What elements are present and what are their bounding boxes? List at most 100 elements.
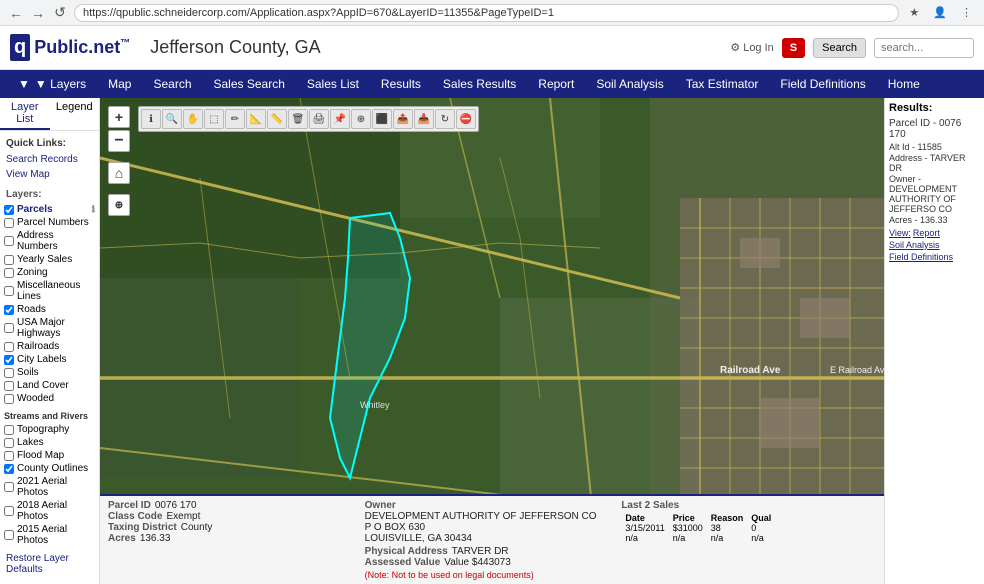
layer-2015-aerial[interactable]: 2015 Aerial Photos (0, 523, 99, 547)
tab-layer-list[interactable]: Layer List (0, 98, 50, 130)
nav-soil-analysis[interactable]: Soil Analysis (586, 73, 673, 95)
layer-parcel-numbers[interactable]: Parcel Numbers (0, 216, 99, 229)
tool-refresh[interactable]: ↻ (435, 109, 455, 129)
tab-legend[interactable]: Legend (50, 98, 100, 130)
layer-wooded[interactable]: Wooded (0, 392, 99, 405)
nav-tax-estimator[interactable]: Tax Estimator (676, 73, 769, 95)
results-alt-id: Alt Id - 11585 (889, 142, 980, 152)
results-soil-link[interactable]: Soil Analysis (889, 240, 940, 250)
layer-lakes-checkbox[interactable] (4, 438, 14, 448)
layer-railroads[interactable]: Railroads (0, 340, 99, 353)
url-bar[interactable]: https://qpublic.schneidercorp.com/Applic… (74, 4, 899, 22)
layer-roads-checkbox[interactable] (4, 305, 14, 315)
layer-yearly-sales[interactable]: Yearly Sales (0, 253, 99, 266)
menu-icon[interactable]: ⋮ (957, 4, 976, 21)
search-button[interactable]: Search (813, 38, 866, 58)
nav-report[interactable]: Report (528, 73, 584, 95)
back-button[interactable]: ← (8, 5, 24, 21)
layer-parcel-numbers-checkbox[interactable] (4, 218, 14, 228)
layer-city-labels[interactable]: City Labels (0, 353, 99, 366)
layer-roads[interactable]: Roads (0, 303, 99, 316)
location-button[interactable]: ⊕ (108, 194, 130, 216)
nav-sales-search[interactable]: Sales Search (204, 73, 295, 95)
layer-major-highways-checkbox[interactable] (4, 323, 14, 333)
layer-2021-aerial[interactable]: 2021 Aerial Photos (0, 475, 99, 499)
layer-land-cover[interactable]: Land Cover (0, 379, 99, 392)
layer-zoning[interactable]: Zoning (0, 266, 99, 279)
tool-select-box[interactable]: ⬛ (372, 109, 392, 129)
layer-flood-map-checkbox[interactable] (4, 451, 14, 461)
zoom-out-button[interactable]: − (108, 130, 130, 152)
layer-county-outlines-checkbox[interactable] (4, 464, 14, 474)
layer-topography-checkbox[interactable] (4, 425, 14, 435)
tool-stop[interactable]: ⛔ (456, 109, 476, 129)
layer-zoning-checkbox[interactable] (4, 268, 14, 278)
layer-misc-lines-checkbox[interactable] (4, 286, 14, 296)
layer-land-cover-checkbox[interactable] (4, 381, 14, 391)
bottom-col-1: Parcel ID 0076 170 Class Code Exempt Tax… (108, 500, 363, 580)
layer-parcels[interactable]: Parcels ℹ (0, 203, 99, 216)
layer-soils[interactable]: Soils (0, 366, 99, 379)
star-icon[interactable]: ★ (905, 4, 923, 21)
profile-icon[interactable]: 👤 (929, 4, 951, 21)
search-records-link[interactable]: Search Records (0, 152, 99, 167)
owner-address: P O BOX 630 (365, 522, 620, 533)
layer-address-numbers[interactable]: Address Numbers (0, 229, 99, 253)
layer-2018-aerial[interactable]: 2018 Aerial Photos (0, 499, 99, 523)
nav-layers[interactable]: ▼ ▼ Layers (8, 73, 96, 95)
layer-lakes[interactable]: Lakes (0, 436, 99, 449)
layer-wooded-checkbox[interactable] (4, 394, 14, 404)
nav-results[interactable]: Results (371, 73, 431, 95)
tool-pin[interactable]: 📌 (330, 109, 350, 129)
tool-measure-area[interactable]: 📐 (246, 109, 266, 129)
view-map-link[interactable]: View Map (0, 167, 99, 182)
layer-flood-map[interactable]: Flood Map (0, 449, 99, 462)
layer-2021-aerial-checkbox[interactable] (4, 482, 14, 492)
nav-home[interactable]: Home (878, 73, 930, 95)
layer-city-labels-checkbox[interactable] (4, 355, 14, 365)
restore-defaults-link[interactable]: Restore Layer Defaults (0, 551, 99, 577)
login-button[interactable]: ⚙ Log In (730, 41, 774, 54)
nav-sales-list[interactable]: Sales List (297, 73, 369, 95)
schneidercorp-button[interactable]: S (782, 38, 805, 58)
tool-clear[interactable]: 🗑 (288, 109, 308, 129)
tool-export[interactable]: 📤 (393, 109, 413, 129)
nav-search[interactable]: Search (143, 73, 201, 95)
tool-import[interactable]: 📥 (414, 109, 434, 129)
tool-select[interactable]: ⬚ (204, 109, 224, 129)
nav-field-definitions[interactable]: Field Definitions (770, 73, 875, 95)
tool-zoom[interactable]: 🔍 (162, 109, 182, 129)
layer-yearly-sales-checkbox[interactable] (4, 255, 14, 265)
forward-button[interactable]: → (30, 5, 46, 21)
results-acres: Acres - 136.33 (889, 215, 980, 225)
refresh-button[interactable]: ↺ (52, 5, 68, 21)
tool-add[interactable]: ⊕ (351, 109, 371, 129)
sales-header-qual: Qual (747, 513, 775, 523)
layer-railroads-checkbox[interactable] (4, 342, 14, 352)
results-field-def-link[interactable]: Field Definitions (889, 252, 953, 262)
bottom-acres: Acres 136.33 (108, 533, 363, 544)
layer-2015-aerial-checkbox[interactable] (4, 530, 14, 540)
results-report-link[interactable]: Report (913, 228, 940, 238)
layer-address-numbers-checkbox[interactable] (4, 236, 14, 246)
tool-draw[interactable]: ✏ (225, 109, 245, 129)
layer-county-outlines[interactable]: County Outlines (0, 462, 99, 475)
layer-2018-aerial-checkbox[interactable] (4, 506, 14, 516)
layer-info-icon[interactable]: ℹ (92, 204, 95, 215)
nav-sales-results[interactable]: Sales Results (433, 73, 526, 95)
bottom-taxing-district: Taxing District County (108, 522, 363, 533)
layer-major-highways[interactable]: USA Major Highways (0, 316, 99, 340)
layer-topography[interactable]: Topography (0, 423, 99, 436)
tool-pan[interactable]: ✋ (183, 109, 203, 129)
layer-soils-checkbox[interactable] (4, 368, 14, 378)
layer-misc-lines[interactable]: Miscellaneous Lines (0, 279, 99, 303)
results-owner: Owner - DEVELOPMENT AUTHORITY OF JEFFERS… (889, 174, 980, 214)
home-button[interactable]: ⌂ (108, 162, 130, 184)
search-input[interactable] (874, 38, 974, 58)
nav-map[interactable]: Map (98, 73, 141, 95)
tool-info[interactable]: ℹ (141, 109, 161, 129)
tool-measure-line[interactable]: 📏 (267, 109, 287, 129)
layer-parcels-checkbox[interactable] (4, 205, 14, 215)
tool-print[interactable]: 🖨 (309, 109, 329, 129)
zoom-in-button[interactable]: + (108, 106, 130, 128)
